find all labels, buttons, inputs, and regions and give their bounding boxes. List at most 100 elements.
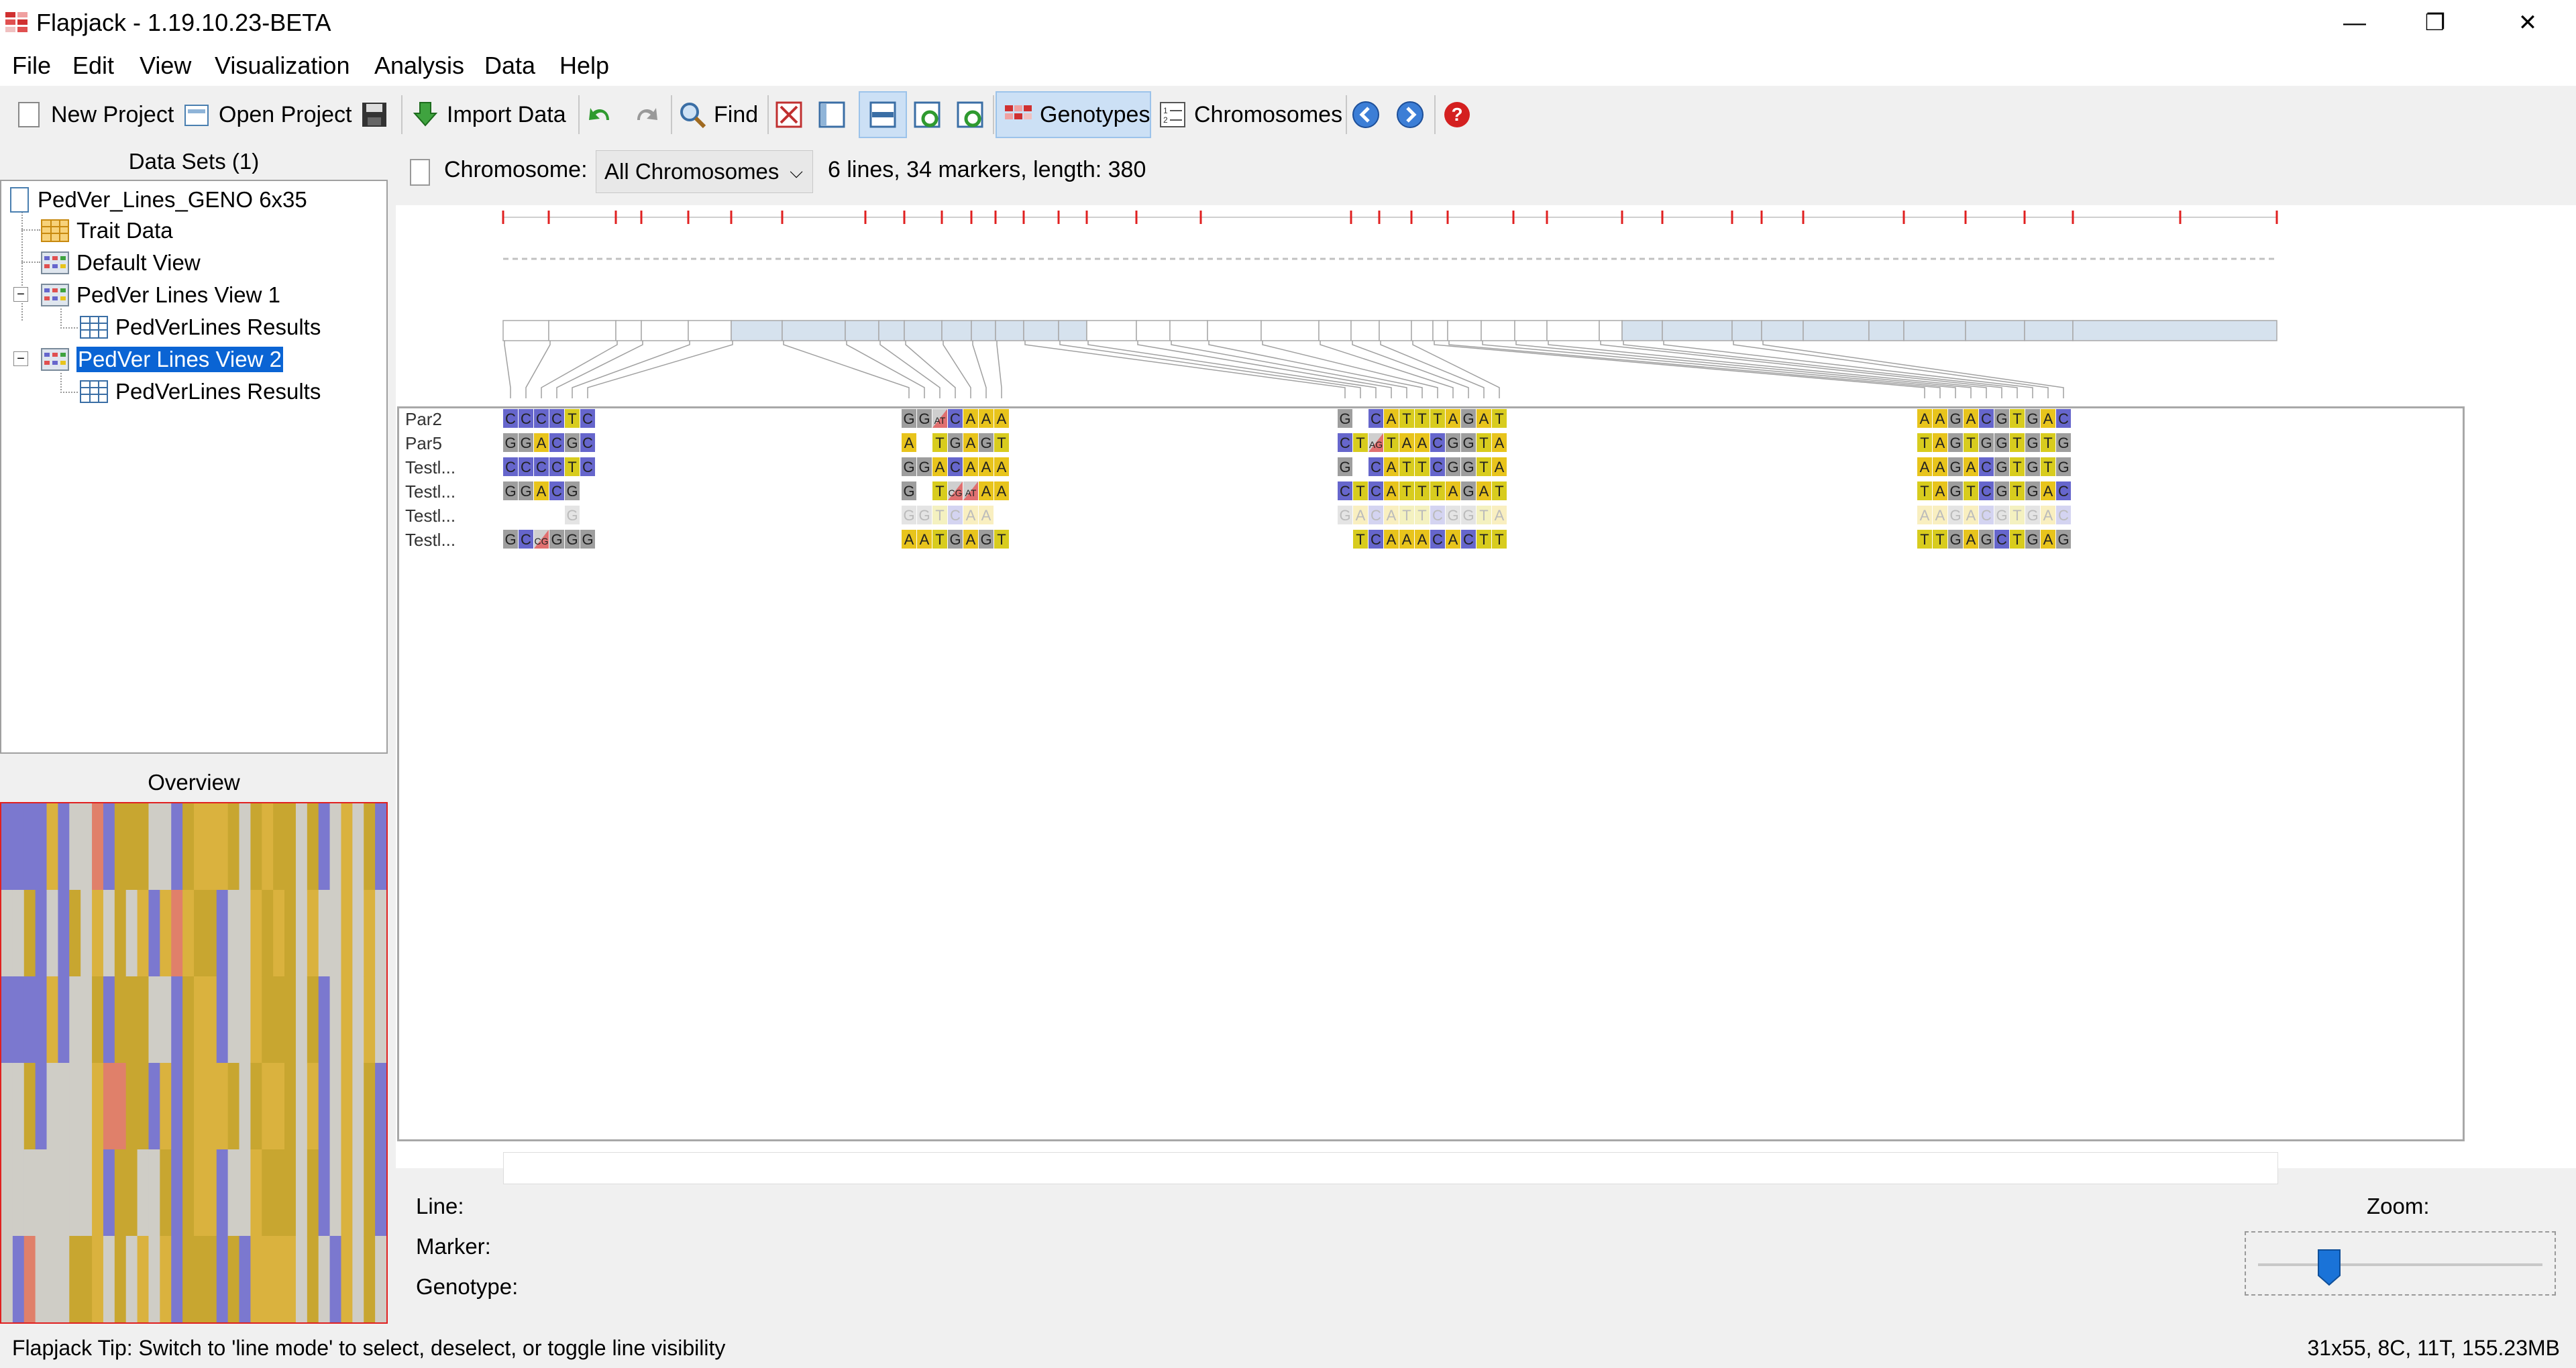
zoom-slider[interactable] — [2245, 1231, 2556, 1296]
minimize-button[interactable]: — — [2314, 0, 2395, 46]
overview-cell — [318, 803, 331, 891]
overview-cell — [216, 890, 229, 977]
marker-connector — [556, 341, 643, 398]
overview-cell — [35, 1149, 48, 1237]
overview-cell — [194, 803, 206, 891]
tree-root-label: PedVer_Lines_GENO 6x35 — [38, 187, 307, 212]
marker-connector — [1352, 341, 1469, 398]
overview-cell — [12, 1236, 25, 1322]
menu-view[interactable]: View — [140, 51, 191, 80]
overview-cell — [12, 1063, 25, 1150]
marker-info-label: Marker: — [416, 1234, 491, 1259]
overview-cell — [329, 1149, 341, 1237]
open-project-button[interactable]: Open Project — [182, 91, 352, 138]
tree-item-view2-results[interactable]: PedVerLines Results — [79, 376, 321, 408]
marker-segment — [1207, 320, 1262, 341]
overview-cell — [205, 803, 217, 891]
tree-item-view1-results[interactable]: PedVerLines Results — [79, 311, 321, 343]
overview-panel[interactable] — [0, 802, 388, 1324]
overview-cell — [1, 803, 13, 891]
overview-cell — [92, 803, 104, 891]
back-arrow-icon — [1352, 101, 1379, 128]
menu-help[interactable]: Help — [559, 51, 609, 80]
marker-connector — [846, 341, 925, 398]
marker-segment — [1761, 320, 1804, 341]
menu-visualization[interactable]: Visualization — [215, 51, 350, 80]
overview-cell — [375, 1236, 386, 1322]
genotypes-label: Genotypes — [1040, 101, 1150, 127]
results-table-icon — [80, 380, 108, 403]
chromosomes-list-icon: 12 — [1160, 102, 1185, 127]
overview-cell — [182, 803, 195, 891]
new-project-button[interactable]: New Project — [15, 91, 174, 138]
menu-data[interactable]: Data — [484, 51, 535, 80]
select-grid-icon — [775, 101, 802, 128]
overview-cell — [194, 1063, 206, 1150]
collapse-view1-toggle[interactable]: − — [13, 287, 28, 302]
trait-data-label: Trait Data — [76, 218, 173, 243]
toolbar-separator — [401, 95, 402, 134]
overview-cell — [227, 1063, 240, 1150]
overview-cell — [182, 976, 195, 1064]
datasets-header: Data Sets (1) — [128, 149, 260, 174]
select-markers-button[interactable] — [774, 91, 810, 138]
overview-cell — [273, 1236, 285, 1322]
view1-label: PedVer Lines View 1 — [76, 282, 280, 307]
marker-segment — [878, 320, 905, 341]
chromosomes-tab-button[interactable]: 12 Chromosomes — [1158, 91, 1342, 138]
overview-cell — [239, 1236, 251, 1322]
forward-button[interactable] — [1395, 91, 1432, 138]
overview-cell — [364, 1063, 376, 1150]
redo-button[interactable] — [632, 91, 668, 138]
toolbar-separator — [578, 95, 580, 134]
overview-cell — [171, 1063, 183, 1150]
find-magnifier-icon — [680, 103, 706, 129]
flapjack-app-icon — [5, 12, 28, 32]
overview-cell — [80, 1063, 93, 1150]
chromosome-selected: All Chromosomes — [604, 159, 780, 184]
overview-cell — [341, 890, 353, 977]
genotypes-tab-button[interactable]: Genotypes — [996, 91, 1151, 138]
tree-item-view1[interactable]: PedVer Lines View 1 — [40, 279, 280, 311]
find-button[interactable]: Find — [678, 91, 758, 138]
results-table-icon — [80, 316, 108, 339]
collapse-view2-toggle[interactable]: − — [13, 351, 28, 366]
tree-root-dataset[interactable]: PedVer_Lines_GENO 6x35 — [8, 184, 307, 216]
overview-cell — [364, 1149, 376, 1237]
save-button[interactable] — [360, 91, 396, 138]
refresh-markers-button[interactable] — [955, 91, 991, 138]
undo-button[interactable] — [585, 91, 621, 138]
horizontal-scroll-strip[interactable] — [503, 1152, 2278, 1184]
menu-analysis[interactable]: Analysis — [374, 51, 464, 80]
overview-cell — [114, 1063, 127, 1150]
select-rows-button[interactable] — [859, 91, 907, 138]
overview-cell — [341, 1236, 353, 1322]
menu-file[interactable]: File — [12, 51, 51, 80]
overview-cell — [295, 1063, 308, 1150]
genotype-grid-frame[interactable] — [397, 406, 2465, 1141]
back-button[interactable] — [1351, 91, 1387, 138]
tree-guide — [60, 392, 78, 393]
chromosome-select[interactable]: All Chromosomes ⌵ — [596, 150, 813, 193]
tree-item-trait-data[interactable]: Trait Data — [40, 215, 173, 247]
overview-cell — [80, 803, 93, 891]
overview-cell — [239, 1149, 251, 1237]
maximize-button[interactable]: ❐ — [2395, 0, 2475, 46]
overview-cell — [12, 803, 25, 891]
tree-item-view2[interactable]: PedVer Lines View 2 — [40, 343, 283, 376]
select-lines-button[interactable] — [817, 91, 853, 138]
help-button[interactable]: ? — [1442, 91, 1479, 138]
menu-edit[interactable]: Edit — [72, 51, 114, 80]
import-data-button[interactable]: Import Data — [411, 91, 566, 138]
tree-item-default-view[interactable]: Default View — [40, 247, 201, 279]
overview-cell — [352, 890, 364, 977]
overview-cell — [148, 803, 160, 891]
help-icon: ? — [1444, 102, 1470, 127]
tree-guide — [60, 308, 62, 329]
overview-cell — [58, 976, 70, 1064]
zoom-slider-thumb[interactable] — [2317, 1249, 2341, 1286]
save-icon — [362, 103, 386, 127]
overview-cell — [273, 1149, 285, 1237]
refresh-lines-button[interactable] — [912, 91, 949, 138]
close-button[interactable]: ✕ — [2487, 0, 2568, 46]
